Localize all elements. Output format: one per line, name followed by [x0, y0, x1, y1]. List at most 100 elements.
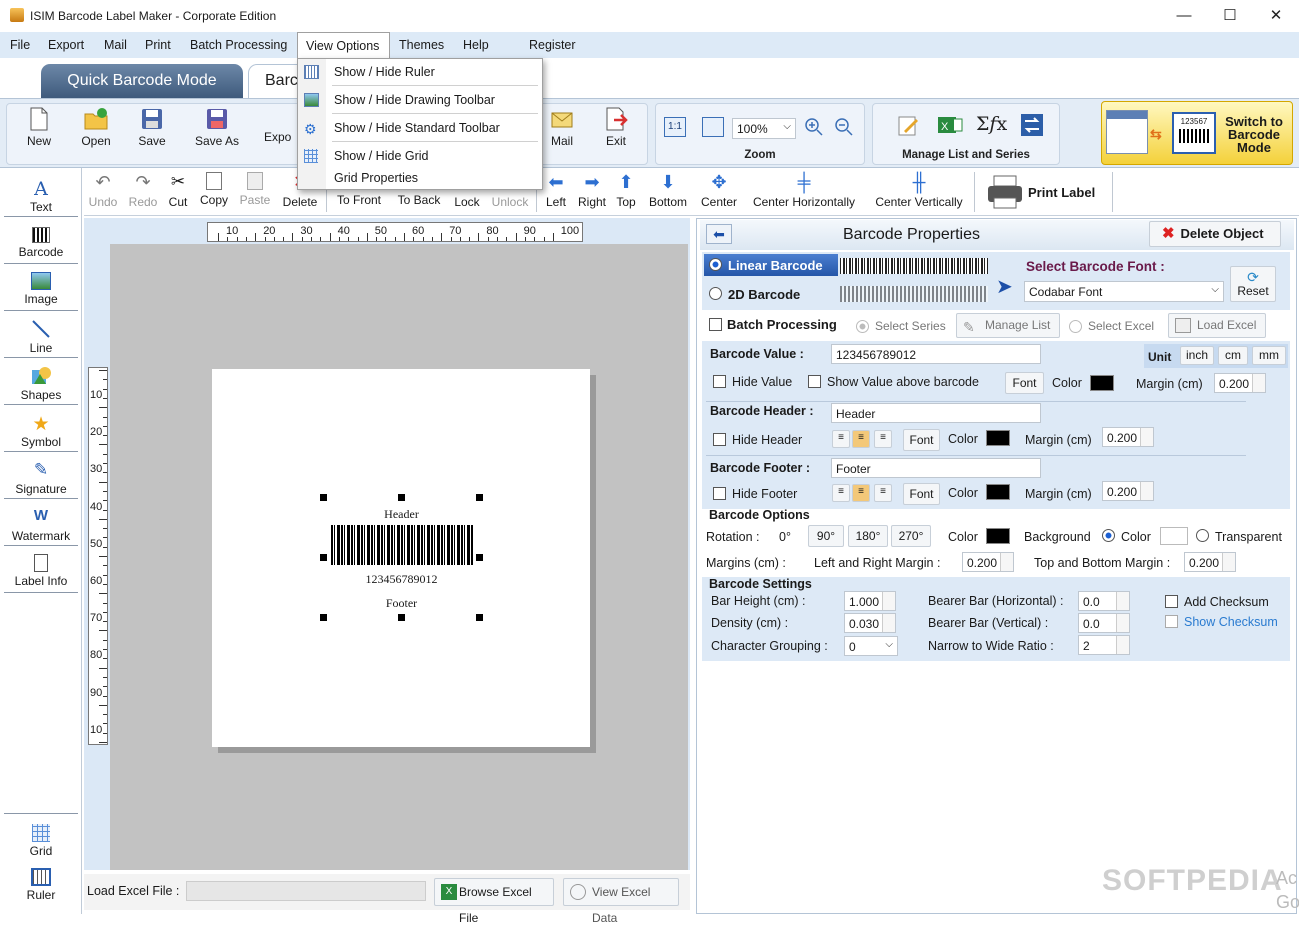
- show-hide-drawing-toolbar-item[interactable]: Show / Hide Drawing Toolbar: [334, 93, 495, 107]
- resize-handle[interactable]: [320, 554, 327, 561]
- barcode-tool[interactable]: Barcode: [4, 219, 78, 264]
- align-right-button[interactable]: ➡ Right: [576, 172, 608, 209]
- image-tool[interactable]: Image: [4, 266, 78, 311]
- add-checksum-checkbox[interactable]: [1165, 595, 1178, 608]
- excel-file-path-input[interactable]: [186, 881, 426, 901]
- select-excel-radio[interactable]: [1069, 320, 1082, 333]
- linear-barcode-radio[interactable]: [709, 258, 722, 271]
- manage-list-button[interactable]: ✎ Manage List: [956, 313, 1060, 338]
- 2d-barcode-radio[interactable]: [709, 287, 722, 300]
- ratio-spinner[interactable]: 2: [1078, 635, 1130, 655]
- lr-margin-spinner[interactable]: 0.200: [962, 552, 1014, 572]
- bearer-h-spinner[interactable]: 0.0: [1078, 591, 1130, 611]
- barcode-header-input[interactable]: Header: [831, 403, 1041, 423]
- minimize-button[interactable]: —: [1161, 0, 1207, 32]
- bearer-v-spinner[interactable]: 0.0: [1078, 613, 1130, 633]
- align-bottom-button[interactable]: ⬇ Bottom: [646, 172, 690, 209]
- swap-series-icon[interactable]: [1020, 113, 1044, 137]
- redo-button[interactable]: ↷ Redo: [128, 172, 158, 209]
- rotation-0-button[interactable]: 0°: [779, 530, 791, 544]
- zoom-actual-size-button[interactable]: 1:1: [664, 117, 686, 137]
- ruler-toggle[interactable]: Ruler: [4, 862, 78, 907]
- barcode-value-input[interactable]: 123456789012: [831, 344, 1041, 364]
- value-color-swatch[interactable]: [1090, 375, 1114, 391]
- undo-button[interactable]: ↶ Undo: [88, 172, 118, 209]
- load-excel-button[interactable]: Load Excel: [1168, 313, 1266, 338]
- delete-object-button[interactable]: ✖ Delete Object: [1149, 221, 1281, 247]
- align-left-button[interactable]: ⬅ Left: [542, 172, 570, 209]
- export-label[interactable]: Expo: [264, 130, 298, 144]
- show-value-above-checkbox[interactable]: [808, 375, 821, 388]
- show-hide-ruler-item[interactable]: Show / Hide Ruler: [334, 65, 435, 79]
- hide-header-checkbox[interactable]: [713, 433, 726, 446]
- resize-handle[interactable]: [320, 614, 327, 621]
- menu-file[interactable]: File: [10, 38, 30, 52]
- watermark-tool[interactable]: W Watermark: [4, 501, 78, 546]
- value-font-button[interactable]: Font: [1005, 372, 1044, 394]
- quick-barcode-mode-tab[interactable]: Quick Barcode Mode: [41, 64, 243, 98]
- transparent-radio[interactable]: [1196, 529, 1209, 542]
- footer-align-center-icon[interactable]: ≡: [852, 484, 870, 502]
- footer-color-swatch[interactable]: [986, 484, 1010, 500]
- resize-handle[interactable]: [398, 614, 405, 621]
- browse-excel-button[interactable]: X Browse Excel File: [434, 878, 554, 925]
- copy-button[interactable]: Copy: [198, 172, 230, 207]
- zoom-select[interactable]: 100% ⌵: [732, 118, 796, 139]
- tb-margin-spinner[interactable]: 0.200: [1184, 552, 1236, 572]
- save-as-button[interactable]: Save As: [190, 107, 244, 148]
- paste-button[interactable]: Paste: [238, 172, 272, 207]
- resize-handle[interactable]: [476, 614, 483, 621]
- menu-export[interactable]: Export: [48, 38, 84, 52]
- show-checksum-checkbox[interactable]: [1165, 615, 1178, 628]
- shapes-tool[interactable]: Shapes: [4, 360, 78, 405]
- barcode-footer-input[interactable]: Footer: [831, 458, 1041, 478]
- unit-cm-button[interactable]: cm: [1218, 346, 1248, 365]
- resize-handle[interactable]: [398, 494, 405, 501]
- excel-series-icon[interactable]: X: [936, 113, 964, 137]
- text-tool[interactable]: A Text: [4, 172, 78, 217]
- unit-inch-button[interactable]: inch: [1180, 346, 1214, 365]
- signature-tool[interactable]: ✎ Signature: [4, 454, 78, 499]
- align-top-button[interactable]: ⬆ Top: [614, 172, 638, 209]
- barcode-object[interactable]: Header 123456789012 Footer: [320, 494, 483, 621]
- char-grouping-select[interactable]: 0 ⌵: [844, 636, 898, 656]
- grid-toggle[interactable]: Grid: [4, 818, 78, 863]
- edit-list-icon[interactable]: [896, 113, 920, 137]
- resize-handle[interactable]: [476, 554, 483, 561]
- open-button[interactable]: Open: [76, 107, 116, 148]
- select-series-radio[interactable]: [856, 320, 869, 333]
- footer-align-left-icon[interactable]: ≡: [832, 484, 850, 502]
- background-color-radio[interactable]: [1102, 529, 1115, 542]
- footer-margin-spinner[interactable]: 0.200: [1102, 481, 1154, 501]
- center-vertically-button[interactable]: ╫ Center Vertically: [870, 172, 968, 209]
- menu-print[interactable]: Print: [145, 38, 171, 52]
- switch-to-barcode-mode-button[interactable]: ⇆ 123567 Switch to Barcode Mode: [1101, 101, 1293, 165]
- barcode-color-swatch[interactable]: [986, 528, 1010, 544]
- zoom-in-icon[interactable]: [804, 117, 824, 137]
- menu-register[interactable]: Register: [529, 38, 576, 52]
- save-button[interactable]: Save: [134, 107, 170, 148]
- formula-icon[interactable]: Σ𝑓x: [976, 113, 1007, 135]
- footer-font-button[interactable]: Font: [903, 483, 940, 505]
- maximize-button[interactable]: ☐: [1207, 0, 1253, 32]
- show-hide-standard-toolbar-item[interactable]: Show / Hide Standard Toolbar: [334, 121, 500, 135]
- view-excel-data-button[interactable]: View Excel Data: [563, 878, 679, 925]
- symbol-tool[interactable]: ★ Symbol: [4, 407, 78, 452]
- hide-footer-checkbox[interactable]: [713, 487, 726, 500]
- menu-batch-processing[interactable]: Batch Processing: [190, 38, 287, 52]
- grid-properties-item[interactable]: Grid Properties: [334, 171, 418, 185]
- new-button[interactable]: New: [22, 107, 56, 148]
- header-align-right-icon[interactable]: ≡: [874, 430, 892, 448]
- close-button[interactable]: ✕: [1253, 0, 1299, 32]
- reset-button[interactable]: ⟳ Reset: [1230, 266, 1276, 302]
- unit-mm-button[interactable]: mm: [1252, 346, 1286, 365]
- barcode-font-select[interactable]: Codabar Font ⌵: [1024, 281, 1224, 302]
- mail-button[interactable]: Mail: [546, 107, 578, 148]
- zoom-out-icon[interactable]: [834, 117, 854, 137]
- bar-height-spinner[interactable]: 1.000: [844, 591, 896, 611]
- menu-themes[interactable]: Themes: [399, 38, 444, 52]
- show-hide-grid-item[interactable]: Show / Hide Grid: [334, 149, 428, 163]
- resize-handle[interactable]: [476, 494, 483, 501]
- label-info-tool[interactable]: Label Info: [4, 548, 78, 593]
- menu-view-options[interactable]: View Options: [297, 32, 390, 59]
